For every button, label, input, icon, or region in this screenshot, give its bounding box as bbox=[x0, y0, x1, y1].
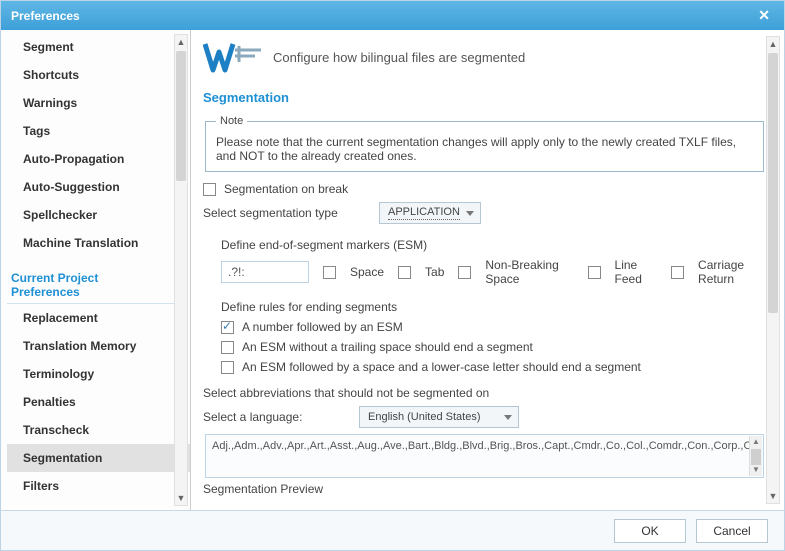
scroll-up-icon[interactable]: ▲ bbox=[175, 35, 187, 49]
label-space: Space bbox=[350, 265, 384, 279]
checkbox-tab[interactable] bbox=[398, 266, 411, 279]
label-rule-0: A number followed by an ESM bbox=[242, 320, 403, 334]
sidebar-item-auto-suggestion[interactable]: Auto-Suggestion bbox=[7, 173, 190, 201]
sidebar-item-translation-memory[interactable]: Translation Memory bbox=[7, 332, 190, 360]
scroll-up-icon[interactable]: ▲ bbox=[767, 37, 779, 51]
body: Segment Shortcuts Warnings Tags Auto-Pro… bbox=[1, 30, 784, 510]
scroll-down-icon[interactable]: ▼ bbox=[750, 464, 762, 476]
checkbox-cr[interactable] bbox=[671, 266, 684, 279]
close-icon[interactable]: ✕ bbox=[754, 7, 774, 24]
label-seg-type: Select segmentation type bbox=[203, 206, 343, 220]
sidebar: Segment Shortcuts Warnings Tags Auto-Pro… bbox=[1, 30, 191, 510]
row-esm: Space Tab Non-Breaking Space Line Feed C… bbox=[221, 258, 766, 286]
label-rule-1: An ESM without a trailing space should e… bbox=[242, 340, 533, 354]
sidebar-group-current-project: Current Project Preferences bbox=[7, 265, 178, 304]
titlebar: Preferences ✕ bbox=[1, 1, 784, 30]
section-title-segmentation: Segmentation bbox=[203, 90, 766, 105]
content-subtitle: Configure how bilingual files are segmen… bbox=[273, 50, 525, 65]
sidebar-item-shortcuts[interactable]: Shortcuts bbox=[7, 61, 190, 89]
sidebar-item-penalties[interactable]: Penalties bbox=[7, 388, 190, 416]
sidebar-item-terminology[interactable]: Terminology bbox=[7, 360, 190, 388]
footer: OK Cancel bbox=[1, 510, 784, 550]
select-seg-type[interactable]: APPLICATION bbox=[379, 202, 481, 224]
window-title: Preferences bbox=[11, 9, 754, 23]
sidebar-scrollbar[interactable]: ▲ ▼ bbox=[174, 34, 188, 506]
checkbox-rule-number-esm[interactable] bbox=[221, 321, 234, 334]
checkbox-nbsp[interactable] bbox=[458, 266, 471, 279]
row-rule-2: An ESM followed by a space and a lower-c… bbox=[221, 360, 766, 374]
label-abbr-title: Select abbreviations that should not be … bbox=[203, 386, 489, 400]
label-language: Select a language: bbox=[203, 410, 323, 424]
sidebar-item-replacement[interactable]: Replacement bbox=[7, 304, 190, 332]
row-seg-type: Select segmentation type APPLICATION bbox=[203, 202, 766, 224]
scroll-thumb[interactable] bbox=[176, 51, 186, 181]
abbr-scrollbar[interactable]: ▲ ▼ bbox=[749, 436, 762, 476]
sidebar-item-warnings[interactable]: Warnings bbox=[7, 89, 190, 117]
content-scrollbar[interactable]: ▲ ▼ bbox=[766, 36, 780, 504]
content-header: Configure how bilingual files are segmen… bbox=[203, 36, 766, 84]
row-rule-0: A number followed by an ESM bbox=[221, 320, 766, 334]
sidebar-item-filters[interactable]: Filters bbox=[7, 472, 190, 500]
sidebar-item-machine-translation[interactable]: Machine Translation bbox=[7, 229, 190, 257]
note-text: Please note that the current segmentatio… bbox=[216, 135, 736, 163]
label-linefeed: Line Feed bbox=[615, 258, 657, 286]
note-box: Note Please note that the current segmen… bbox=[205, 115, 764, 172]
label-preview: Segmentation Preview bbox=[203, 482, 323, 496]
content: Configure how bilingual files are segmen… bbox=[191, 30, 784, 510]
abbreviations-list[interactable]: Adj.,Adm.,Adv.,Apr.,Art.,Asst.,Aug.,Ave.… bbox=[205, 434, 764, 478]
sidebar-item-transcheck[interactable]: Transcheck bbox=[7, 416, 190, 444]
label-cr: Carriage Return bbox=[698, 258, 766, 286]
sidebar-item-segment[interactable]: Segment bbox=[7, 38, 190, 61]
select-language[interactable]: English (United States) bbox=[359, 406, 519, 428]
cancel-button[interactable]: Cancel bbox=[696, 519, 768, 543]
abbr-title: Select abbreviations that should not be … bbox=[203, 386, 766, 400]
row-rule-1: An ESM without a trailing space should e… bbox=[221, 340, 766, 354]
input-esm-chars[interactable] bbox=[221, 261, 309, 283]
scroll-up-icon[interactable]: ▲ bbox=[750, 436, 762, 448]
row-seg-on-break: Segmentation on break bbox=[203, 182, 766, 196]
preview-title-row: Segmentation Preview bbox=[203, 482, 766, 496]
label-nbsp: Non-Breaking Space bbox=[485, 258, 573, 286]
wordfast-logo-icon bbox=[203, 40, 263, 74]
abbreviations-text: Adj.,Adm.,Adv.,Apr.,Art.,Asst.,Aug.,Ave.… bbox=[212, 439, 757, 454]
esm-title: Define end-of-segment markers (ESM) bbox=[221, 238, 766, 252]
sidebar-item-segmentation[interactable]: Segmentation bbox=[7, 444, 190, 472]
label-rule-2: An ESM followed by a space and a lower-c… bbox=[242, 360, 641, 374]
scroll-thumb[interactable] bbox=[751, 449, 761, 465]
row-language: Select a language: English (United State… bbox=[203, 406, 766, 428]
checkbox-rule-space-lowercase[interactable] bbox=[221, 361, 234, 374]
sidebar-item-auto-propagation[interactable]: Auto-Propagation bbox=[7, 145, 190, 173]
scroll-down-icon[interactable]: ▼ bbox=[175, 491, 187, 505]
checkbox-rule-no-trailing-space[interactable] bbox=[221, 341, 234, 354]
sidebar-item-tags[interactable]: Tags bbox=[7, 117, 190, 145]
sidebar-item-spellchecker[interactable]: Spellchecker bbox=[7, 201, 190, 229]
checkbox-space[interactable] bbox=[323, 266, 336, 279]
checkbox-seg-on-break[interactable] bbox=[203, 183, 216, 196]
scroll-thumb[interactable] bbox=[768, 53, 778, 313]
ok-button[interactable]: OK bbox=[614, 519, 686, 543]
preferences-window: Preferences ✕ Segment Shortcuts Warnings… bbox=[0, 0, 785, 551]
rules-title: Define rules for ending segments bbox=[221, 300, 766, 314]
checkbox-linefeed[interactable] bbox=[588, 266, 601, 279]
scroll-down-icon[interactable]: ▼ bbox=[767, 489, 779, 503]
label-seg-on-break: Segmentation on break bbox=[224, 182, 348, 196]
note-legend: Note bbox=[216, 115, 247, 127]
label-tab: Tab bbox=[425, 265, 444, 279]
